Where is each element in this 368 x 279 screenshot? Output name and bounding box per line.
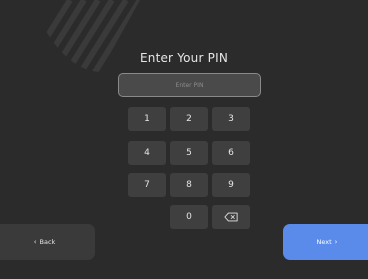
keypad-key-4[interactable]: 4	[128, 141, 166, 165]
keypad-key-9[interactable]: 9	[212, 173, 250, 197]
keypad-key-3[interactable]: 3	[212, 107, 250, 131]
back-button-label: Back	[39, 238, 56, 246]
backspace-icon	[224, 212, 238, 222]
keypad-key-0[interactable]: 0	[170, 205, 208, 229]
chevron-left-icon: ‹	[33, 237, 37, 246]
back-button[interactable]: ‹ Back	[0, 224, 95, 260]
keypad-key-2[interactable]: 2	[170, 107, 208, 131]
keypad-key-6[interactable]: 6	[212, 141, 250, 165]
keypad-key-1[interactable]: 1	[128, 107, 166, 131]
page-title: Enter Your PIN	[139, 51, 228, 65]
pin-entry-screen: Enter Your PIN 1 2 3 4 5 6 7 8 9 0 ‹ Bac…	[0, 0, 368, 279]
pin-input[interactable]	[118, 73, 261, 97]
keypad-key-8[interactable]: 8	[170, 173, 208, 197]
chevron-right-icon: ›	[334, 237, 338, 246]
decorative-stripes	[30, 0, 140, 72]
backspace-button[interactable]	[212, 205, 250, 229]
next-button[interactable]: Next ›	[283, 224, 368, 260]
next-button-label: Next	[316, 238, 332, 246]
keypad-key-5[interactable]: 5	[170, 141, 208, 165]
keypad-key-7[interactable]: 7	[128, 173, 166, 197]
